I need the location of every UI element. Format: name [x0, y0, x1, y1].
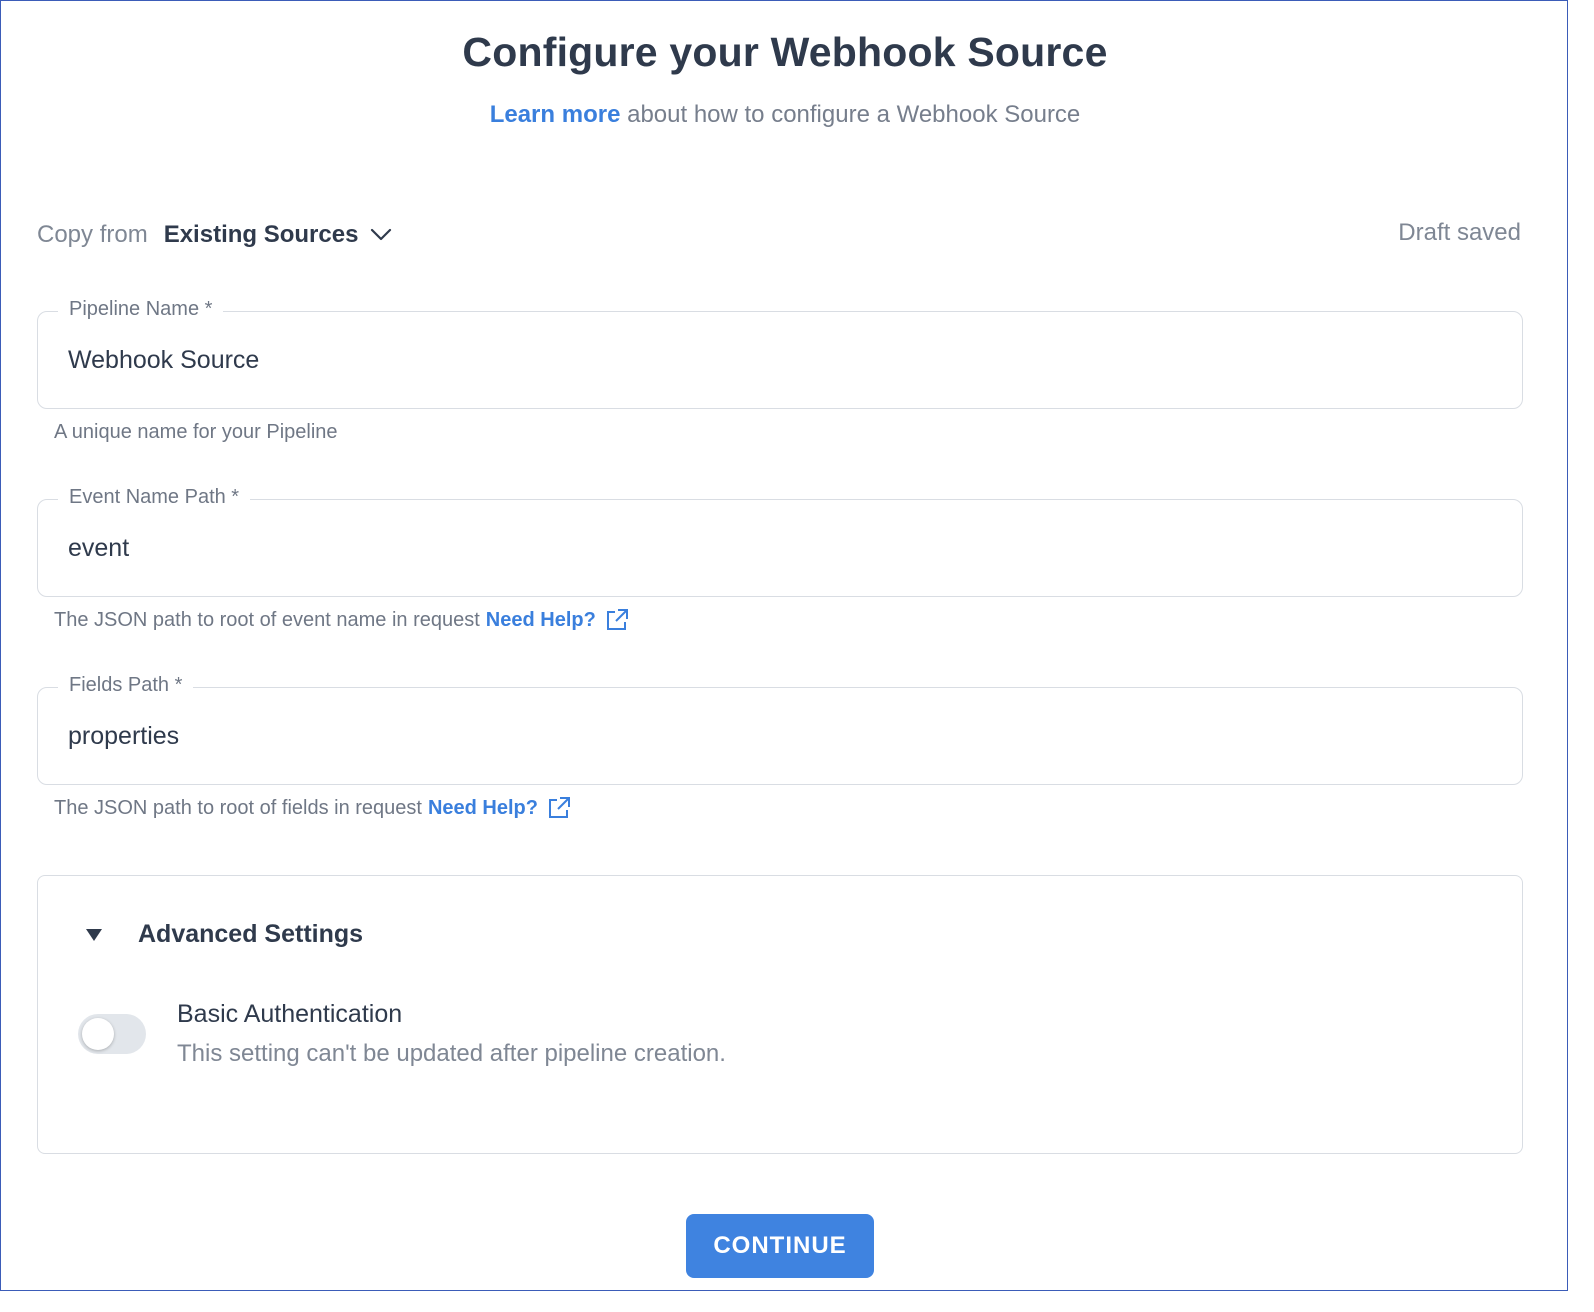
advanced-settings-toggle[interactable]: Advanced Settings — [84, 920, 363, 949]
fields-path-need-help-link[interactable]: Need Help? — [428, 795, 572, 821]
fields-path-input[interactable] — [68, 722, 1468, 751]
event-name-path-field: Event Name Path * — [37, 486, 1523, 597]
page-title: Configure your Webhook Source — [462, 29, 1108, 75]
pipeline-name-input[interactable] — [68, 346, 1468, 375]
event-name-path-helper-text: The JSON path to root of event name in r… — [54, 608, 480, 631]
external-link-icon — [549, 797, 570, 818]
pipeline-name-helper-text: A unique name for your Pipeline — [54, 421, 338, 443]
fields-path-need-help-label: Need Help? — [427, 796, 538, 819]
pipeline-name-helper: A unique name for your Pipeline — [54, 421, 338, 444]
copy-from-label: Copy from — [37, 221, 148, 248]
basic-auth-description: This setting can't be updated after pipe… — [177, 1040, 726, 1067]
chevron-down-icon — [371, 228, 392, 241]
subtitle-text: about how to configure a Webhook Source — [620, 101, 1081, 128]
basic-auth-switch[interactable] — [78, 1014, 146, 1054]
pipeline-name-label: Pipeline Name * — [58, 298, 224, 321]
basic-auth-title: Basic Authentication — [177, 1000, 403, 1028]
existing-sources-dropdown[interactable]: Existing Sources — [164, 221, 393, 249]
event-name-need-help-label: Need Help? — [485, 608, 596, 631]
event-name-path-helper: The JSON path to root of event name in r… — [54, 607, 630, 633]
fields-path-helper-text: The JSON path to root of fields in reque… — [54, 796, 422, 819]
fields-path-field: Fields Path * — [37, 674, 1523, 785]
triangle-down-icon — [86, 928, 102, 941]
event-name-need-help-link[interactable]: Need Help? — [486, 607, 630, 633]
advanced-settings-title: Advanced Settings — [138, 920, 364, 948]
copy-from-row: Copy from Existing Sources — [37, 219, 392, 251]
fields-path-helper: The JSON path to root of fields in reque… — [54, 795, 572, 821]
advanced-settings-panel: Advanced Settings Basic Authentication T… — [37, 875, 1523, 1154]
continue-button[interactable]: CONTINUE — [686, 1214, 874, 1278]
existing-sources-label: Existing Sources — [163, 221, 359, 248]
draft-status: Draft saved — [1398, 219, 1521, 246]
learn-more-link[interactable]: Learn more — [490, 101, 621, 128]
fields-path-label: Fields Path * — [58, 674, 194, 697]
page-subtitle: Learn more about how to configure a Webh… — [1, 101, 1569, 129]
switch-knob — [82, 1018, 114, 1050]
event-name-path-label: Event Name Path * — [58, 486, 251, 509]
pipeline-name-field: Pipeline Name * — [37, 298, 1523, 409]
event-name-path-input[interactable] — [68, 534, 1468, 563]
page-frame: Configure your Webhook Source Learn more… — [0, 0, 1568, 1291]
external-link-icon — [606, 609, 628, 630]
